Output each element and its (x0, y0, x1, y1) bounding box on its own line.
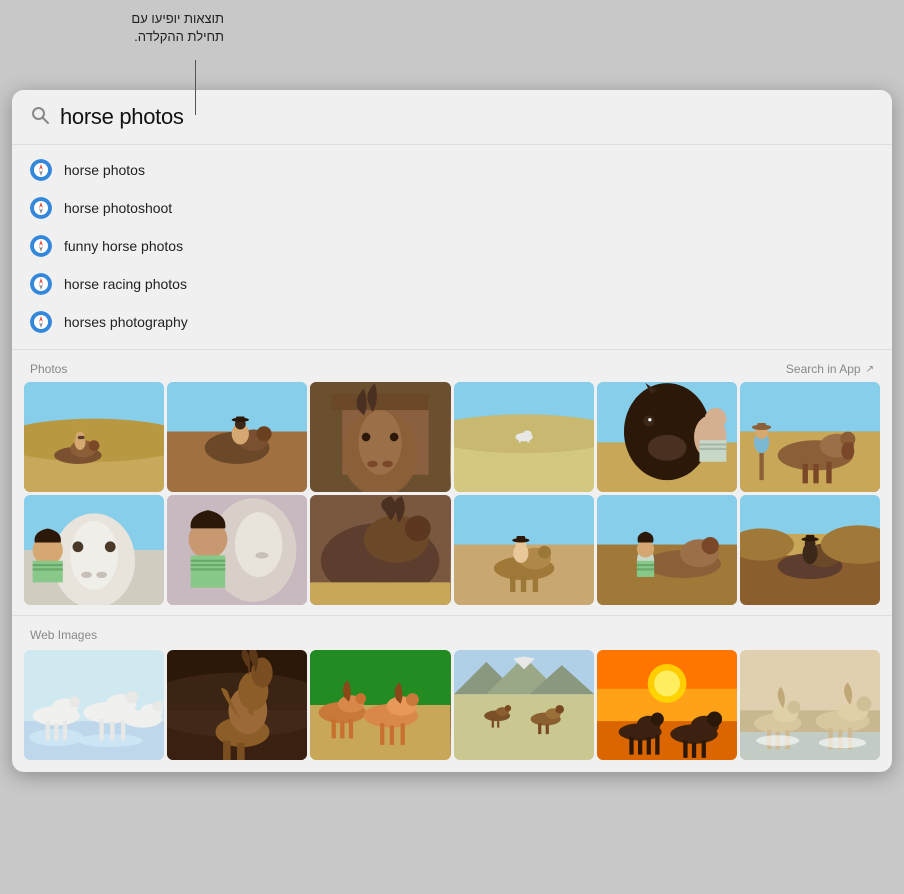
compass-icon-2 (30, 197, 52, 219)
search-in-app-label: Search in App (786, 362, 861, 376)
suggestion-item-1[interactable]: horse photos (12, 151, 892, 189)
suggestion-item-4[interactable]: horse racing photos (12, 265, 892, 303)
photos-section-title: Photos (30, 362, 67, 376)
web-image-6[interactable] (740, 650, 880, 760)
compass-icon-3 (30, 235, 52, 257)
suggestions-list: horse photos horse photoshoot funny hors… (12, 145, 892, 347)
photo-1[interactable] (24, 382, 164, 492)
suggestion-item-3[interactable]: funny horse photos (12, 227, 892, 265)
search-input[interactable]: horse photos (60, 104, 184, 130)
web-images-grid (12, 650, 892, 772)
photo-6[interactable] (740, 382, 880, 492)
photo-8[interactable] (167, 495, 307, 605)
photo-4[interactable] (454, 382, 594, 492)
section-divider-1 (12, 349, 892, 350)
tooltip-line-1: תוצאות יופיעו עם (24, 10, 224, 28)
photos-section-header: Photos Search in App ↗ (12, 354, 892, 382)
compass-icon-5 (30, 311, 52, 333)
suggestion-item-5[interactable]: horses photography (12, 303, 892, 341)
tooltip-line-2: תחילת ההקלדה. (24, 28, 224, 46)
web-image-5[interactable] (597, 650, 737, 760)
suggestion-item-2[interactable]: horse photoshoot (12, 189, 892, 227)
tooltip-text: תוצאות יופיעו עם תחילת ההקלדה. (24, 10, 224, 46)
compass-icon-4 (30, 273, 52, 295)
tooltip-connector (195, 60, 196, 115)
web-image-4[interactable] (454, 650, 594, 760)
suggestion-text-5: horses photography (64, 314, 188, 330)
search-icon (30, 105, 50, 130)
web-image-1[interactable] (24, 650, 164, 760)
photo-7[interactable] (24, 495, 164, 605)
photo-9[interactable] (310, 495, 450, 605)
suggestion-text-2: horse photoshoot (64, 200, 172, 216)
search-in-app-arrow: ↗ (866, 364, 874, 375)
suggestion-text-3: funny horse photos (64, 238, 183, 254)
photo-11[interactable] (597, 495, 737, 605)
photo-5[interactable] (597, 382, 737, 492)
suggestion-text-1: horse photos (64, 162, 145, 178)
photo-2[interactable] (167, 382, 307, 492)
photo-10[interactable] (454, 495, 594, 605)
compass-icon-1 (30, 159, 52, 181)
suggestion-text-4: horse racing photos (64, 276, 187, 292)
web-image-3[interactable] (310, 650, 450, 760)
search-bar: horse photos (12, 90, 892, 145)
web-image-2[interactable] (167, 650, 307, 760)
web-images-section-title: Web Images (30, 628, 97, 642)
search-panel: horse photos horse photos horse photosho… (12, 90, 892, 772)
search-in-app-button[interactable]: Search in App ↗ (786, 362, 874, 376)
section-divider-2 (12, 615, 892, 616)
photo-3[interactable] (310, 382, 450, 492)
web-images-section-header: Web Images (12, 618, 892, 650)
photo-12[interactable] (740, 495, 880, 605)
photos-grid (12, 382, 892, 613)
